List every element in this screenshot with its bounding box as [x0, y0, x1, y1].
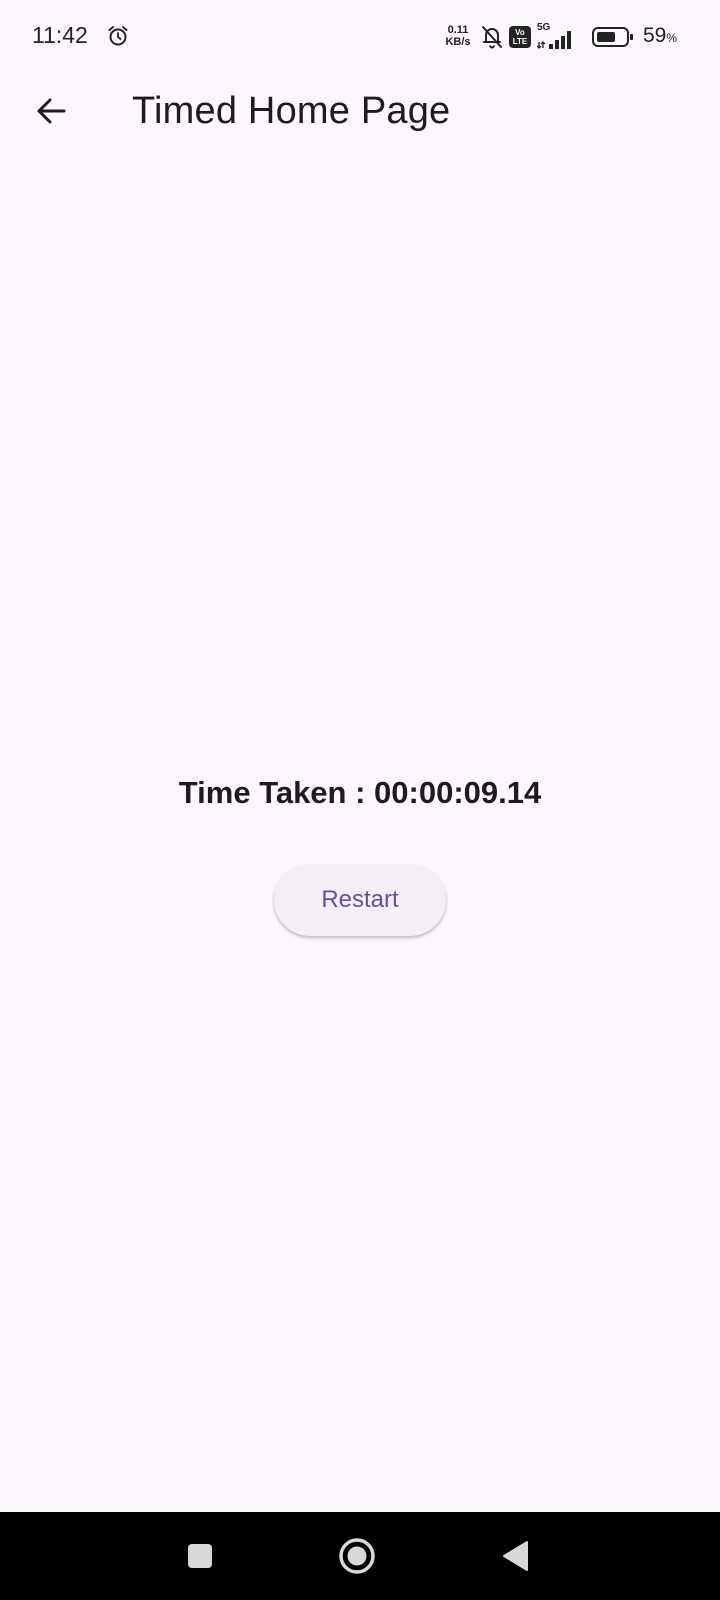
volte-icon: Vo LTE: [509, 26, 531, 48]
time-taken-label: Time Taken : 00:00:09.14: [178, 775, 542, 810]
signal-icon: 5G: [537, 22, 585, 50]
recent-apps-button[interactable]: [178, 1536, 222, 1580]
recent-apps-icon: [186, 1542, 214, 1575]
back-button[interactable]: [24, 86, 78, 140]
page-title: Timed Home Page: [132, 90, 451, 132]
bell-off-icon: [480, 24, 504, 50]
network-speed-value: 0.11: [447, 24, 469, 36]
status-bar: 11:42 0.11 KB/s Vo LTE 5G 59%: [0, 0, 720, 72]
home-icon: [338, 1537, 376, 1580]
alarm-icon: [107, 25, 129, 47]
back-nav-icon: [501, 1540, 531, 1577]
status-time: 11:42: [32, 22, 88, 48]
home-button[interactable]: [335, 1536, 379, 1580]
restart-button[interactable]: Restart: [274, 864, 446, 936]
back-nav-button[interactable]: [494, 1536, 538, 1580]
app-bar: Timed Home Page: [0, 72, 720, 154]
volte-bottom-label: LTE: [512, 37, 528, 46]
system-nav-bar: [0, 1512, 720, 1600]
battery-percent: 59%: [643, 24, 677, 48]
battery-icon: [592, 26, 634, 48]
network-speed-unit: KB/s: [445, 36, 471, 48]
battery-percent-unit: %: [666, 31, 678, 45]
battery-percent-value: 59: [643, 24, 667, 47]
network-speed: 0.11 KB/s: [443, 24, 473, 48]
volte-top-label: Vo: [515, 28, 525, 37]
arrow-left-icon: [34, 94, 68, 133]
